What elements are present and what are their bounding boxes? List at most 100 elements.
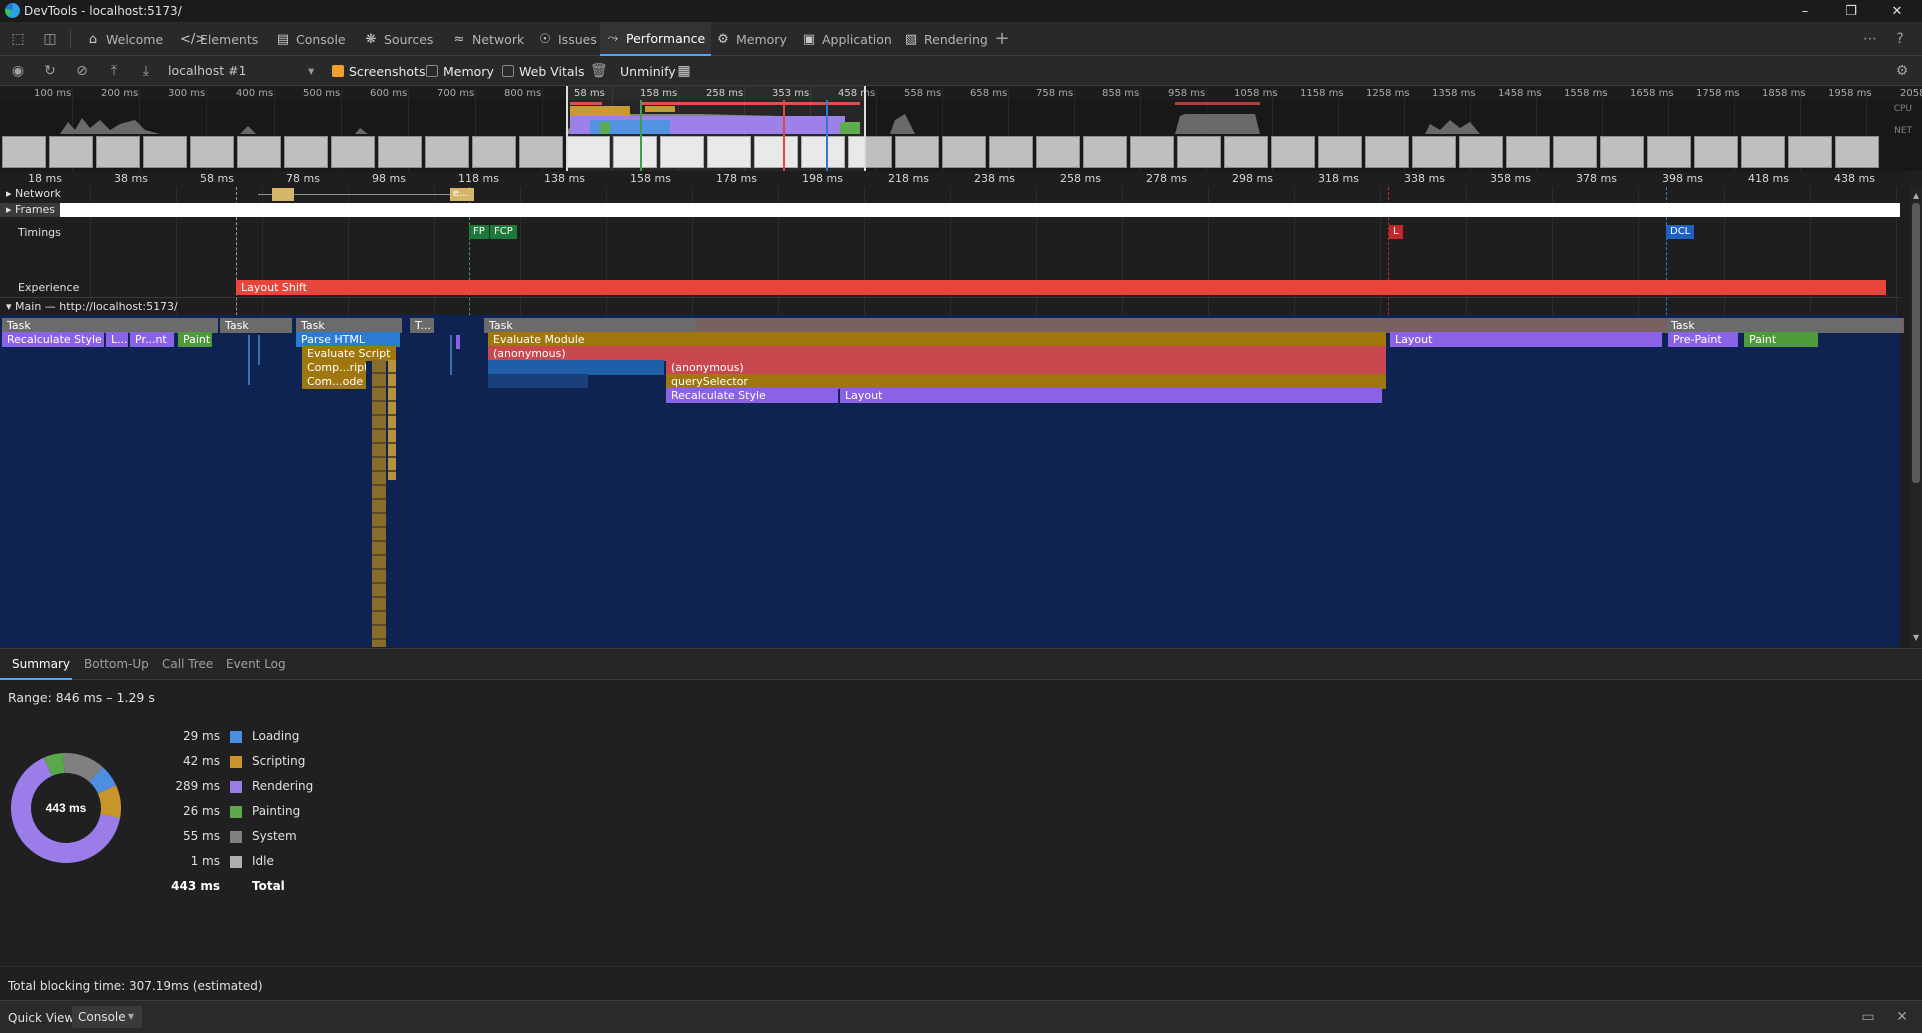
tab-event-log[interactable]: Event Log <box>226 657 286 671</box>
collect-garbage-icon[interactable]: 🗑 <box>590 63 608 79</box>
add-tool-icon[interactable]: + <box>994 30 1010 48</box>
scrollbar-thumb[interactable] <box>1912 203 1920 483</box>
network-track-header[interactable]: ▸ Network <box>6 187 61 200</box>
webvitals-checkbox[interactable] <box>502 65 514 77</box>
tab-performance[interactable]: ⤳ Performance <box>600 22 712 56</box>
memory-checkbox[interactable] <box>426 65 438 77</box>
prepaint-bar[interactable]: Pr...nt <box>130 332 174 347</box>
reload-record-icon[interactable]: ↻ <box>42 63 58 79</box>
compile-script-bar[interactable]: Comp...ript <box>302 360 366 375</box>
selection-window[interactable] <box>566 86 866 171</box>
deep-call-stack[interactable] <box>388 360 396 480</box>
query-selector-bar[interactable]: querySelector <box>666 374 1386 389</box>
summary-category-label: Rendering <box>252 779 314 793</box>
ruler-tick-label: 438 ms <box>1834 172 1875 185</box>
network-request[interactable] <box>272 188 294 201</box>
task-bar[interactable]: Task <box>1666 318 1902 333</box>
layout-bar[interactable]: Layout <box>1390 332 1662 347</box>
more-options-icon[interactable]: ⋯ <box>1862 31 1878 47</box>
devtools-tab-strip: ⬚ ◫ ⌂ Welcome </> Elements ▤ Console ❋ Sourc… <box>0 22 1922 56</box>
experience-track-header: Experience <box>18 281 80 294</box>
unminify-button[interactable]: Unminify <box>620 64 676 79</box>
deep-call-stack[interactable] <box>372 360 386 647</box>
settings-gear-icon[interactable]: ⚙ <box>1894 63 1910 79</box>
summary-category-label: System <box>252 829 297 843</box>
parse-html-bar[interactable]: Parse HTML <box>296 332 400 347</box>
clear-icon[interactable]: ⊘ <box>74 63 90 79</box>
download-profile-icon[interactable]: ⤓ <box>138 63 154 79</box>
map-icon[interactable]: ▦ <box>676 63 692 79</box>
ruler-tick-label: 118 ms <box>458 172 499 185</box>
tab-network[interactable]: ≈ Network <box>446 22 530 56</box>
inspect-element-icon[interactable]: ⬚ <box>10 31 26 47</box>
main-track-header[interactable]: ▾ Main — http://localhost:5173/ <box>6 300 178 313</box>
close-drawer-icon[interactable]: ✕ <box>1894 1009 1910 1025</box>
tab-console[interactable]: ▤ Console <box>270 22 352 56</box>
summary-category-label: Loading <box>252 729 300 743</box>
console-icon: ▤ <box>276 31 290 47</box>
tab-bottom-up[interactable]: Bottom-Up <box>84 657 149 671</box>
flame-chart[interactable]: ▸ Network e... ▸ Frames Timings FP FCP L… <box>0 187 1910 647</box>
profile-select[interactable]: localhost #1 ▾ <box>168 63 320 79</box>
layout-bar[interactable]: L... <box>106 332 128 347</box>
close-button[interactable]: ✕ <box>1874 0 1920 22</box>
fcp-marker[interactable]: FCP <box>490 225 517 239</box>
total-blocking-time: Total blocking time: 307.19ms (estimated… <box>8 979 263 993</box>
ruler-tick-label: 178 ms <box>716 172 757 185</box>
layout-shift-bar[interactable]: Layout Shift <box>236 280 1886 295</box>
flame-vertical-scrollbar[interactable]: ▲ ▼ <box>1910 187 1922 647</box>
status-line: Total blocking time: 307.19ms (estimated… <box>0 966 1922 1000</box>
tab-sources[interactable]: ❋ Sources <box>358 22 439 56</box>
scroll-up-icon[interactable]: ▲ <box>1913 191 1919 200</box>
call-bar[interactable] <box>488 360 664 375</box>
scroll-down-icon[interactable]: ▼ <box>1913 633 1919 642</box>
evaluate-script-bar[interactable]: Evaluate Script <box>302 346 396 361</box>
divider <box>70 30 71 48</box>
dcl-marker[interactable]: DCL <box>1666 225 1695 239</box>
paint-bar[interactable]: Paint <box>178 332 212 347</box>
device-emulation-icon[interactable]: ◫ <box>42 31 58 47</box>
task-bar[interactable]: Task <box>296 318 402 333</box>
dock-icon[interactable]: ▭ <box>1860 1009 1876 1025</box>
load-marker[interactable]: L <box>1389 225 1403 239</box>
ruler-tick-label: 138 ms <box>544 172 585 185</box>
evaluate-module-bar[interactable]: Evaluate Module <box>488 332 1386 347</box>
issues-icon: ☉ <box>539 31 551 47</box>
network-request[interactable]: e... <box>450 188 474 201</box>
fp-marker[interactable]: FP <box>469 225 489 239</box>
help-icon[interactable]: ? <box>1892 31 1908 47</box>
screenshots-checkbox[interactable] <box>332 65 344 77</box>
pre-paint-bar[interactable]: Pre-Paint <box>1668 332 1738 347</box>
paint-bar[interactable]: Paint <box>1744 332 1818 347</box>
task-bar[interactable]: Task <box>2 318 218 333</box>
quick-view-select[interactable]: Console ▾ <box>72 1006 142 1028</box>
anonymous-function-bar[interactable]: (anonymous) <box>666 360 1386 375</box>
compile-code-bar[interactable]: Com...ode <box>302 374 366 389</box>
record-icon[interactable]: ◉ <box>10 63 26 79</box>
tab-call-tree[interactable]: Call Tree <box>162 657 213 671</box>
frames-track-header[interactable]: ▸ Frames <box>0 203 60 217</box>
anonymous-function-bar[interactable]: (anonymous) <box>488 346 1386 361</box>
timeline-overview[interactable]: 100 ms 200 ms 300 ms 400 ms 500 ms 600 ms 700 … <box>0 86 1922 171</box>
ruler-tick-label: 38 ms <box>114 172 148 185</box>
summary-category-label: Scripting <box>252 754 306 768</box>
tab-welcome[interactable]: ⌂ Welcome <box>80 22 169 56</box>
summary-value: 26 ms <box>182 804 220 818</box>
tab-summary[interactable]: Summary <box>12 657 70 671</box>
restore-button[interactable]: ❐ <box>1828 0 1874 22</box>
recalculate-style-bar[interactable]: Recalculate Style <box>2 332 104 347</box>
category-swatch <box>230 756 242 768</box>
tab-elements[interactable]: </> Elements <box>174 22 264 56</box>
task-bar[interactable]: Task <box>220 318 292 333</box>
task-bar[interactable]: T... <box>410 318 434 333</box>
tab-application[interactable]: ▣ Application <box>796 22 898 56</box>
tab-memory[interactable]: ⚙ Memory <box>710 22 793 56</box>
upload-profile-icon[interactable]: ⤒ <box>106 63 122 79</box>
tab-issues[interactable]: ☉ Issues <box>532 22 603 56</box>
recalculate-style-bar[interactable]: Recalculate Style <box>666 388 838 403</box>
layout-bar[interactable]: Layout <box>840 388 1382 403</box>
ruler-tick-label: 78 ms <box>286 172 320 185</box>
minimize-button[interactable]: – <box>1782 0 1828 22</box>
tab-rendering[interactable]: ▧ Rendering <box>898 22 994 56</box>
webvitals-label: Web Vitals <box>519 64 585 79</box>
